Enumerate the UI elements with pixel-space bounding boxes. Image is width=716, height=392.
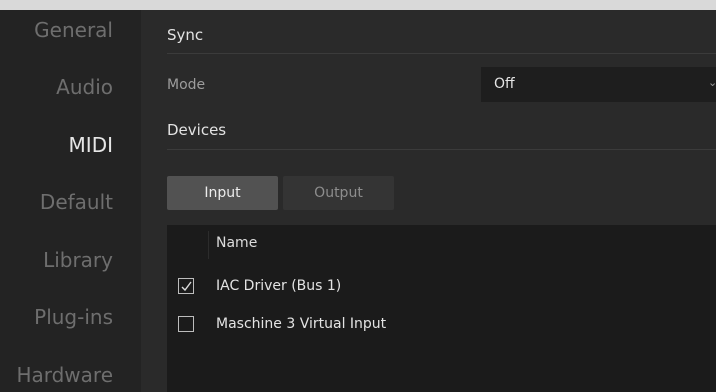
mode-dropdown[interactable]: Off ⌄ [481,67,716,102]
sidebar-item-general[interactable]: General [0,10,113,50]
device-checkbox[interactable] [178,316,194,332]
device-row[interactable]: Maschine 3 Virtual Input [167,308,716,342]
sidebar-item-audio[interactable]: Audio [0,67,113,107]
tab-output[interactable]: Output [283,176,394,210]
device-name: IAC Driver (Bus 1) [216,278,342,294]
sidebar-item-midi[interactable]: MIDI [0,125,113,165]
devices-divider [167,149,716,150]
chevron-down-icon: ⌄ [708,76,716,89]
sidebar-item-library[interactable]: Library [0,240,113,280]
column-header-name[interactable]: Name [216,235,257,251]
sync-divider [167,53,716,54]
sidebar-item-default[interactable]: Default [0,182,113,222]
sidebar-item-hardware[interactable]: Hardware [0,355,113,392]
preferences-window: General Audio MIDI Default Library Plug-… [0,10,716,392]
device-row[interactable]: IAC Driver (Bus 1) [167,270,716,304]
device-checkbox[interactable] [178,278,194,294]
sync-section-title: Sync [167,26,204,44]
midi-device-list: Name IAC Driver (Bus 1) Maschine 3 Virtu… [167,225,716,392]
sidebar-item-plug-ins[interactable]: Plug-ins [0,297,113,337]
mode-dropdown-value: Off [494,76,515,92]
midi-settings-panel: Sync Mode Off ⌄ Devices Input Output Nam… [141,10,716,392]
devices-section-title: Devices [167,121,227,139]
tab-input[interactable]: Input [167,176,278,210]
column-divider [208,231,209,259]
check-icon [181,281,192,292]
device-name: Maschine 3 Virtual Input [216,316,387,332]
mode-label: Mode [167,77,206,93]
preferences-sidebar: General Audio MIDI Default Library Plug-… [0,10,141,392]
